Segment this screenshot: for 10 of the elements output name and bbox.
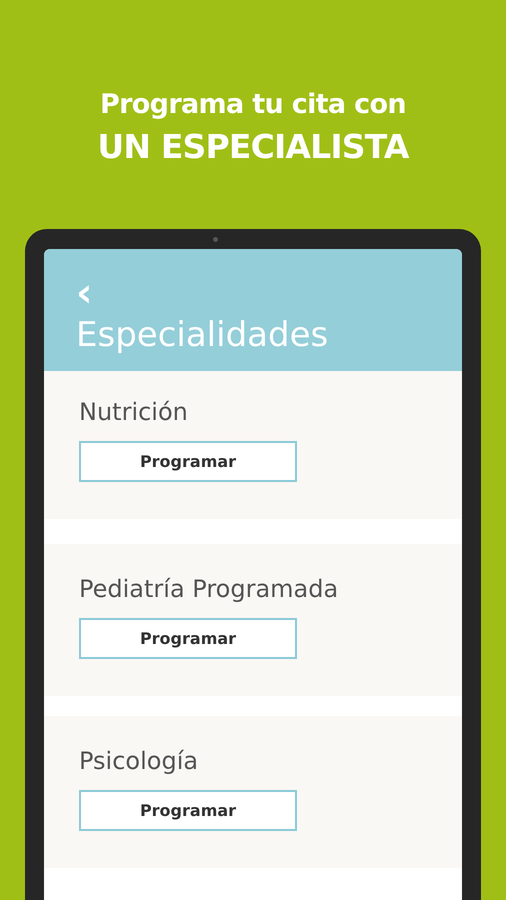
specialty-name: Psicología	[79, 746, 200, 777]
schedule-button[interactable]: Programar	[79, 441, 297, 482]
promo-headline: Programa tu cita con	[100, 88, 406, 122]
promo-headline: UN ESPECIALISTA	[97, 126, 409, 168]
camera-icon	[213, 237, 218, 242]
specialty-name: Pediatría Programada	[79, 574, 340, 605]
schedule-button[interactable]: Programar	[79, 790, 297, 831]
screen-title: Especialidades	[76, 314, 330, 357]
specialty-name: Nutrición	[79, 397, 189, 428]
schedule-button[interactable]: Programar	[79, 618, 297, 659]
